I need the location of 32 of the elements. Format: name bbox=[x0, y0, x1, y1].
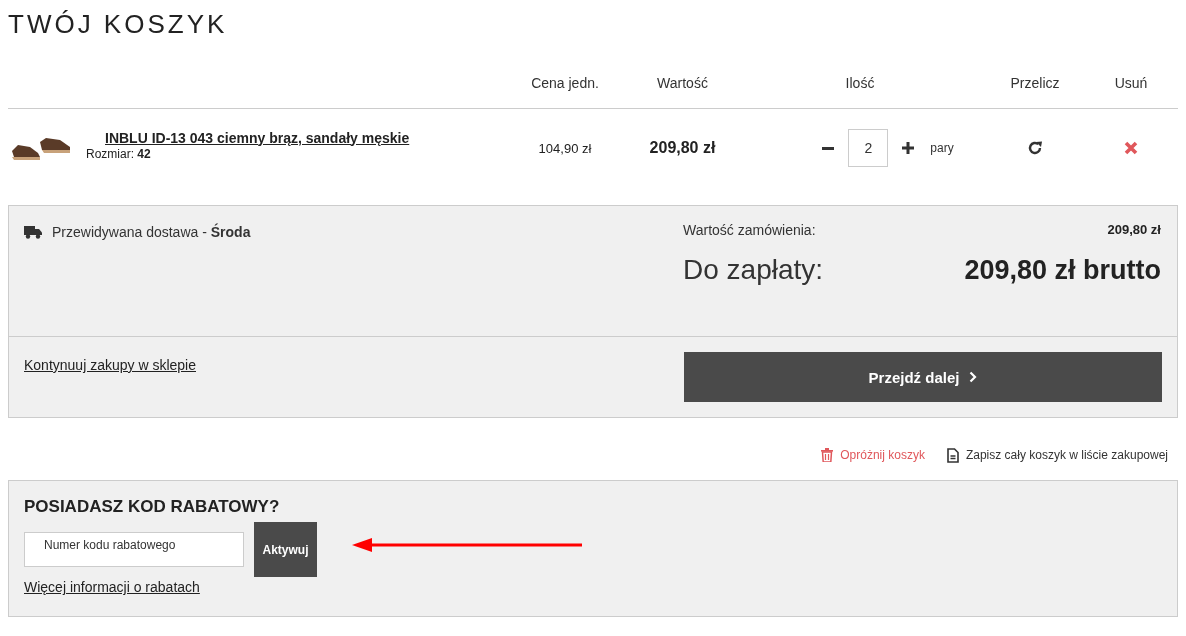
column-header: Ilość bbox=[845, 75, 875, 91]
column-header: Przelicz bbox=[1010, 75, 1060, 91]
unit-price: 104,90 zł bbox=[538, 140, 592, 156]
column-header: Usuń bbox=[1114, 75, 1148, 91]
save-to-list-link[interactable]: Zapisz cały koszyk w liście zakupowej bbox=[946, 446, 1168, 464]
coupon-title: POSIADASZ KOD RABATOWY? bbox=[24, 497, 280, 517]
plus-icon[interactable] bbox=[902, 142, 915, 154]
order-value: 209,80 zł bbox=[1107, 222, 1161, 238]
delivery-text: Przewidywana dostawa - Środa bbox=[52, 224, 251, 240]
document-icon bbox=[946, 447, 959, 463]
page-title: TWÓJ KOSZYK bbox=[8, 9, 228, 40]
coupon-code-field[interactable]: Numer kodu rabatowego bbox=[24, 532, 244, 567]
amount-due-label: Do zapłaty: bbox=[683, 254, 824, 286]
proceed-button[interactable]: Przejdź dalej bbox=[684, 352, 1162, 402]
order-value-label: Wartość zamówienia: bbox=[683, 222, 816, 238]
activate-button[interactable]: Aktywuj bbox=[254, 522, 317, 577]
column-header: Cena jedn. bbox=[531, 75, 599, 91]
remove-icon[interactable] bbox=[1122, 139, 1140, 157]
column-header: Wartość bbox=[657, 75, 708, 91]
line-total: 209,80 zł bbox=[649, 139, 716, 157]
unit-label: pary bbox=[930, 141, 954, 155]
chevron-icon bbox=[969, 371, 978, 383]
amount-due: 209,80 zł brutto bbox=[964, 255, 1161, 286]
minus-icon[interactable] bbox=[822, 146, 835, 150]
size-text: Rozmiar: 42 bbox=[86, 146, 152, 161]
discount-info-link[interactable]: Więcej informacji o rabatach bbox=[24, 579, 200, 595]
trash-icon bbox=[821, 448, 834, 462]
quantity-field[interactable]: 2 bbox=[848, 129, 889, 167]
empty-cart-link[interactable]: Opróżnij koszyk bbox=[821, 446, 925, 464]
truck-icon bbox=[24, 225, 42, 239]
continue-shopping-link[interactable]: Kontynuuj zakupy w sklepie bbox=[24, 357, 196, 373]
product-link[interactable]: INBLU ID-13 043 ciemny brąz, sandały męskie bbox=[105, 129, 410, 146]
